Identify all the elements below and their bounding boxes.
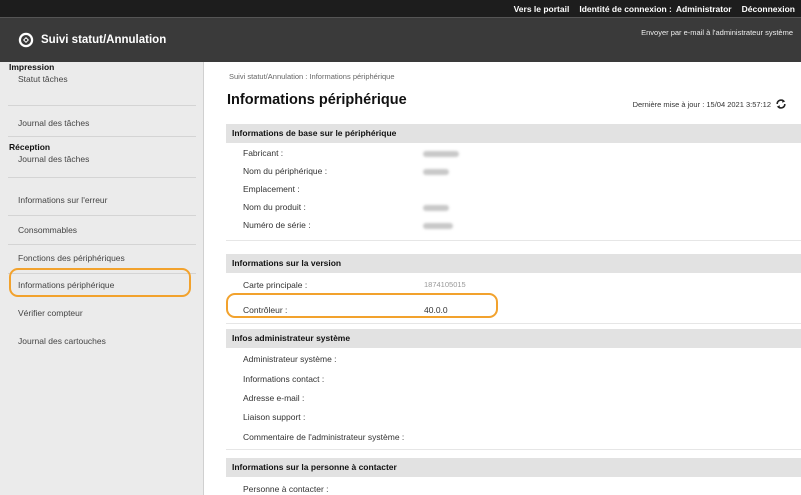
login-user: Administrator xyxy=(675,3,732,14)
section-divider xyxy=(226,240,801,241)
sidebar-section-impression: Impression xyxy=(9,62,55,72)
sidebar-section-reception: Réception xyxy=(9,142,51,152)
logout-link[interactable]: Déconnexion xyxy=(742,4,795,14)
section-header-basic: Informations de base sur le périphérique xyxy=(226,124,801,143)
section-divider xyxy=(226,449,801,450)
refresh-icon[interactable] xyxy=(775,98,787,110)
page-title: Informations périphérique xyxy=(227,92,407,108)
sidebar-divider xyxy=(8,136,196,137)
main-content: Suivi statut/Annulation : Informations p… xyxy=(205,62,801,495)
contact-person-label: Personne à contacter : xyxy=(243,484,329,494)
sidebar-divider xyxy=(8,177,196,178)
selected-item-highlight xyxy=(9,268,191,297)
product-name-label: Nom du produit : xyxy=(243,202,306,212)
sidebar-item-journal-reception[interactable]: Journal des tâches xyxy=(18,154,89,164)
sidebar-item-erreur[interactable]: Informations sur l'erreur xyxy=(18,195,108,205)
admin-label: Administrateur système : xyxy=(243,354,337,364)
sidebar-divider xyxy=(8,105,196,106)
status-monitor-icon xyxy=(18,32,34,48)
main-board-label: Carte principale : xyxy=(243,280,308,290)
sidebar-item-statut-taches[interactable]: Statut tâches xyxy=(18,74,68,84)
sidebar-item-fonctions[interactable]: Fonctions des périphériques xyxy=(18,253,125,263)
device-name-label: Nom du périphérique : xyxy=(243,166,328,176)
product-name-value xyxy=(423,205,449,211)
section-divider xyxy=(226,323,801,324)
device-name-value xyxy=(423,169,449,175)
last-update-text: Dernière mise à jour : 15/04 2021 3:57:1… xyxy=(632,99,771,109)
serial-number-label: Numéro de série : xyxy=(243,220,311,230)
section-header-contact: Informations sur la personne à contacter xyxy=(226,458,801,477)
sidebar-divider xyxy=(8,244,196,245)
controller-highlight xyxy=(226,293,498,318)
sidebar-divider xyxy=(8,215,196,216)
main-board-value: 1874105015 xyxy=(424,280,466,289)
app-title: Suivi statut/Annulation xyxy=(41,34,167,46)
portal-link[interactable]: Vers le portail xyxy=(514,4,570,14)
location-label: Emplacement : xyxy=(243,184,300,194)
email-admin-link[interactable]: Envoyer par e-mail à l'administrateur sy… xyxy=(641,28,793,37)
fabricant-label: Fabricant : xyxy=(243,148,284,158)
sidebar-item-journal-cartouches[interactable]: Journal des cartouches xyxy=(18,336,106,346)
sidebar-item-consommables[interactable]: Consommables xyxy=(18,225,77,235)
email-label: Adresse e-mail : xyxy=(243,393,305,403)
section-header-version: Informations sur la version xyxy=(226,254,801,273)
app-header: Suivi statut/Annulation Envoyer par e-ma… xyxy=(0,17,801,62)
last-update: Dernière mise à jour : 15/04 2021 3:57:1… xyxy=(633,98,787,110)
admin-comment-label: Commentaire de l'administrateur système … xyxy=(243,432,405,442)
breadcrumb: Suivi statut/Annulation : Informations p… xyxy=(229,72,395,81)
top-bar: Vers le portail Identité de connexion : … xyxy=(0,0,801,17)
section-header-admin: Infos administrateur système xyxy=(226,329,801,348)
login-label: Identité de connexion : xyxy=(579,3,672,14)
contact-info-label: Informations contact : xyxy=(243,374,325,384)
sidebar-item-verifier-compteur[interactable]: Vérifier compteur xyxy=(18,308,83,318)
fabricant-value xyxy=(423,151,459,157)
sidebar-item-journal-impression[interactable]: Journal des tâches xyxy=(18,118,89,128)
serial-number-value xyxy=(423,223,453,229)
support-link-label: Liaison support : xyxy=(243,412,306,422)
